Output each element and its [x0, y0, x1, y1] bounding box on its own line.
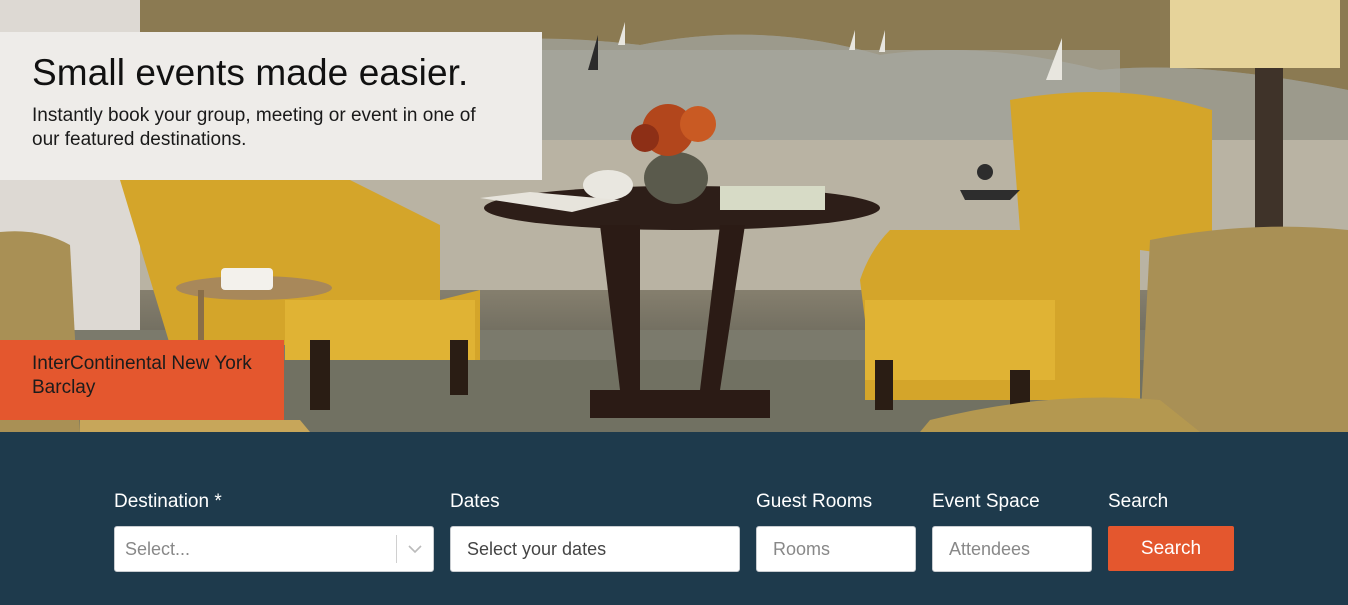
headline: Small events made easier. — [32, 52, 469, 93]
hero-banner: Small events made easier. Instantly book… — [0, 0, 1348, 432]
guest-rooms-field: Guest Rooms Rooms — [756, 490, 916, 572]
destination-select[interactable]: Select... — [114, 526, 434, 572]
destination-placeholder: Select... — [125, 538, 191, 559]
destination-label: Destination * — [114, 491, 222, 512]
search-label: Search — [1108, 491, 1169, 512]
search-field: Search Search — [1108, 490, 1238, 571]
dates-field: Dates Select your dates — [450, 490, 740, 572]
attendees-input[interactable]: Attendees — [932, 526, 1092, 572]
rooms-input[interactable]: Rooms — [756, 526, 916, 572]
event-space-label: Event Space — [932, 491, 1040, 512]
chevron-down-icon[interactable] — [397, 527, 433, 571]
dates-label: Dates — [450, 491, 500, 512]
search-button[interactable]: Search — [1108, 526, 1234, 571]
hotel-name-badge[interactable]: InterContinental New York Barclay — [0, 340, 284, 420]
dates-input[interactable]: Select your dates — [450, 526, 740, 572]
guest-rooms-label: Guest Rooms — [756, 491, 873, 512]
destination-field: Destination * Select... — [114, 490, 434, 572]
event-search-panel: Destination * Select... Dates Select you… — [0, 432, 1348, 605]
subheadline: Instantly book your group, meeting or ev… — [32, 105, 476, 150]
headline-box: Small events made easier. Instantly book… — [0, 32, 542, 180]
event-space-field: Event Space Attendees — [932, 490, 1092, 572]
